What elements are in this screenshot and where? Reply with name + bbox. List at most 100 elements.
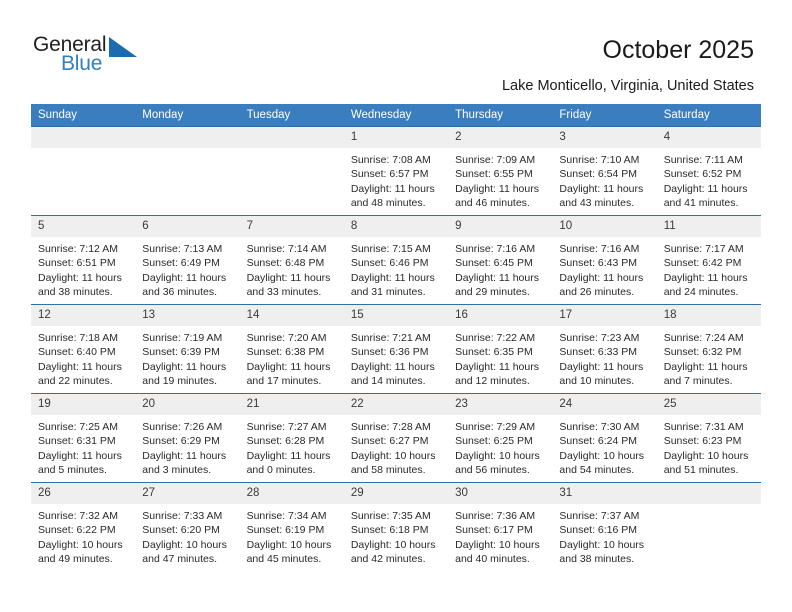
daylight-text: Daylight: 11 hours and 48 minutes. — [350, 182, 435, 210]
calendar-day-cell[interactable]: 10 Sunrise: 7:16 AM Sunset: 6:43 PM Dayligh… — [552, 215, 657, 305]
day-number: 17 — [552, 305, 657, 326]
sunrise-text: Sunrise: 7:27 AM — [246, 421, 327, 433]
calendar-day-cell[interactable]: 15 Sunrise: 7:21 AM Sunset: 6:36 PM Dayligh… — [343, 304, 449, 394]
day-sun-info: Sunrise: 7:21 AM Sunset: 6:36 PM Daylight:… — [344, 326, 448, 389]
day-number — [31, 127, 136, 148]
calendar-day-cell[interactable]: 20 Sunrise: 7:26 AM Sunset: 6:29 PM Dayligh… — [135, 393, 240, 483]
daylight-text: Daylight: 11 hours and 29 minutes. — [455, 271, 539, 299]
calendar-day-cell[interactable]: 17 Sunrise: 7:23 AM Sunset: 6:33 PM Dayligh… — [552, 304, 657, 394]
sunrise-text: Sunrise: 7:24 AM — [663, 332, 744, 344]
day-number: 22 — [343, 394, 449, 415]
day-sun-info: Sunrise: 7:16 AM Sunset: 6:43 PM Daylight:… — [552, 237, 656, 300]
calendar-page: General Blue October 2025 Lake Monticell… — [0, 0, 792, 612]
calendar-day-cell[interactable]: 7 Sunrise: 7:14 AM Sunset: 6:48 PM Daylight… — [239, 215, 344, 305]
calendar-day-cell[interactable]: 5 Sunrise: 7:12 AM Sunset: 6:51 PM Daylight… — [31, 215, 136, 305]
calendar-day-cell[interactable]: 13 Sunrise: 7:19 AM Sunset: 6:39 PM Dayligh… — [135, 304, 240, 394]
sunset-text: Sunset: 6:49 PM — [142, 257, 220, 270]
calendar-day-cell[interactable]: 1 Sunrise: 7:08 AM Sunset: 6:57 PM Daylight… — [343, 126, 449, 216]
calendar-day-cell[interactable]: 24 Sunrise: 7:30 AM Sunset: 6:24 PM Dayligh… — [552, 393, 657, 483]
calendar-day-cell[interactable]: 4 Sunrise: 7:11 AM Sunset: 6:52 PM Daylight… — [656, 126, 761, 216]
day-number: 11 — [656, 216, 761, 237]
daylight-text: Daylight: 11 hours and 46 minutes. — [455, 182, 539, 210]
daylight-text: Daylight: 10 hours and 47 minutes. — [142, 538, 227, 566]
sunrise-text: Sunrise: 7:33 AM — [142, 510, 223, 522]
general-blue-logo[interactable]: General Blue — [33, 33, 153, 81]
sunset-text: Sunset: 6:31 PM — [38, 435, 116, 448]
day-sun-info: Sunrise: 7:37 AM Sunset: 6:16 PM Daylight:… — [552, 504, 656, 567]
sunset-text: Sunset: 6:35 PM — [455, 346, 533, 359]
calendar-day-cell[interactable]: 18 Sunrise: 7:24 AM Sunset: 6:32 PM Dayligh… — [656, 304, 761, 394]
day-sun-info: Sunrise: 7:11 AM Sunset: 6:52 PM Daylight:… — [657, 148, 761, 211]
day-sun-info: Sunrise: 7:31 AM Sunset: 6:23 PM Daylight:… — [657, 415, 761, 478]
calendar-day-cell[interactable]: 16 Sunrise: 7:22 AM Sunset: 6:35 PM Dayligh… — [448, 304, 553, 394]
calendar-day-cell[interactable]: 25 Sunrise: 7:31 AM Sunset: 6:23 PM Dayligh… — [656, 393, 761, 483]
calendar-day-cell[interactable]: 29 Sunrise: 7:35 AM Sunset: 6:18 PM Dayligh… — [343, 482, 449, 571]
day-number: 19 — [31, 394, 136, 415]
sunrise-text: Sunrise: 7:20 AM — [246, 332, 327, 344]
calendar-day-cell[interactable]: 21 Sunrise: 7:27 AM Sunset: 6:28 PM Dayligh… — [239, 393, 344, 483]
sunset-text: Sunset: 6:23 PM — [663, 435, 742, 448]
day-number: 12 — [31, 305, 136, 326]
sunrise-text: Sunrise: 7:19 AM — [142, 332, 223, 344]
day-number — [135, 127, 240, 148]
sunrise-text: Sunrise: 7:14 AM — [246, 243, 327, 255]
daylight-text: Daylight: 11 hours and 17 minutes. — [246, 360, 331, 388]
sunset-text: Sunset: 6:19 PM — [246, 524, 325, 537]
calendar-day-cell[interactable]: 2 Sunrise: 7:09 AM Sunset: 6:55 PM Daylight… — [448, 126, 553, 216]
calendar-week-row: 12 Sunrise: 7:18 AM Sunset: 6:40 PM Dayligh… — [31, 304, 761, 394]
sunset-text: Sunset: 6:42 PM — [663, 257, 742, 270]
calendar-day-cell[interactable]: 14 Sunrise: 7:20 AM Sunset: 6:38 PM Dayligh… — [239, 304, 344, 394]
sunrise-text: Sunrise: 7:29 AM — [455, 421, 536, 433]
calendar-day-cell[interactable]: 12 Sunrise: 7:18 AM Sunset: 6:40 PM Dayligh… — [31, 304, 136, 394]
sunset-text: Sunset: 6:54 PM — [559, 168, 638, 181]
sunset-text: Sunset: 6:24 PM — [559, 435, 638, 448]
day-number: 10 — [552, 216, 657, 237]
calendar-day-cell[interactable]: 8 Sunrise: 7:15 AM Sunset: 6:46 PM Daylight… — [343, 215, 449, 305]
daylight-text: Daylight: 10 hours and 58 minutes. — [350, 449, 436, 477]
day-sun-info: Sunrise: 7:15 AM Sunset: 6:46 PM Daylight:… — [344, 237, 448, 300]
weekday-header-saturday: Saturday — [656, 104, 761, 127]
daylight-text: Daylight: 11 hours and 12 minutes. — [455, 360, 539, 388]
calendar-day-cell[interactable]: 28 Sunrise: 7:34 AM Sunset: 6:19 PM Dayligh… — [239, 482, 344, 571]
calendar-day-cell-empty — [135, 126, 240, 216]
calendar-day-cell[interactable]: 19 Sunrise: 7:25 AM Sunset: 6:31 PM Dayligh… — [31, 393, 136, 483]
day-number: 14 — [239, 305, 344, 326]
calendar-day-cell[interactable]: 31 Sunrise: 7:37 AM Sunset: 6:16 PM Dayligh… — [552, 482, 657, 571]
calendar-day-cell-empty — [239, 126, 344, 216]
sunrise-text: Sunrise: 7:13 AM — [142, 243, 223, 255]
sunset-text: Sunset: 6:32 PM — [663, 346, 742, 359]
day-sun-info: Sunrise: 7:28 AM Sunset: 6:27 PM Daylight:… — [344, 415, 448, 478]
weekday-header-wednesday: Wednesday — [343, 104, 449, 127]
calendar-day-cell[interactable]: 3 Sunrise: 7:10 AM Sunset: 6:54 PM Daylight… — [552, 126, 657, 216]
page-header: General Blue October 2025 Lake Monticell… — [0, 0, 792, 100]
sunrise-text: Sunrise: 7:09 AM — [455, 154, 536, 166]
day-sun-info: Sunrise: 7:25 AM Sunset: 6:31 PM Daylight:… — [31, 415, 135, 478]
day-sun-info: Sunrise: 7:24 AM Sunset: 6:32 PM Daylight:… — [657, 326, 761, 389]
day-number: 23 — [448, 394, 553, 415]
sunset-text: Sunset: 6:18 PM — [350, 524, 429, 537]
calendar-day-cell[interactable]: 22 Sunrise: 7:28 AM Sunset: 6:27 PM Dayligh… — [343, 393, 449, 483]
calendar-day-cell[interactable]: 6 Sunrise: 7:13 AM Sunset: 6:49 PM Daylight… — [135, 215, 240, 305]
daylight-text: Daylight: 11 hours and 31 minutes. — [350, 271, 435, 299]
calendar-day-cell[interactable]: 26 Sunrise: 7:32 AM Sunset: 6:22 PM Dayligh… — [31, 482, 136, 571]
calendar-day-cell[interactable]: 11 Sunrise: 7:17 AM Sunset: 6:42 PM Dayligh… — [656, 215, 761, 305]
sunset-text: Sunset: 6:33 PM — [559, 346, 638, 359]
weekday-header-monday: Monday — [135, 104, 240, 127]
daylight-text: Daylight: 11 hours and 10 minutes. — [559, 360, 644, 388]
weekday-header-thursday: Thursday — [448, 104, 553, 127]
calendar-day-cell[interactable]: 9 Sunrise: 7:16 AM Sunset: 6:45 PM Daylight… — [448, 215, 553, 305]
calendar-day-cell[interactable]: 30 Sunrise: 7:36 AM Sunset: 6:17 PM Dayligh… — [448, 482, 553, 571]
day-number: 31 — [552, 483, 657, 504]
daylight-text: Daylight: 10 hours and 51 minutes. — [663, 449, 749, 477]
day-number: 24 — [552, 394, 657, 415]
daylight-text: Daylight: 11 hours and 38 minutes. — [38, 271, 122, 299]
daylight-text: Daylight: 11 hours and 5 minutes. — [38, 449, 122, 477]
sunset-text: Sunset: 6:22 PM — [38, 524, 116, 537]
sunset-text: Sunset: 6:40 PM — [38, 346, 116, 359]
day-sun-info: Sunrise: 7:23 AM Sunset: 6:33 PM Daylight:… — [552, 326, 656, 389]
calendar-day-cell[interactable]: 23 Sunrise: 7:29 AM Sunset: 6:25 PM Dayligh… — [448, 393, 553, 483]
weekday-header-friday: Friday — [552, 104, 657, 127]
weekday-header-row: Sunday Monday Tuesday Wednesday Thursday… — [31, 104, 761, 127]
calendar-day-cell[interactable]: 27 Sunrise: 7:33 AM Sunset: 6:20 PM Dayligh… — [135, 482, 240, 571]
sunset-text: Sunset: 6:46 PM — [350, 257, 429, 270]
